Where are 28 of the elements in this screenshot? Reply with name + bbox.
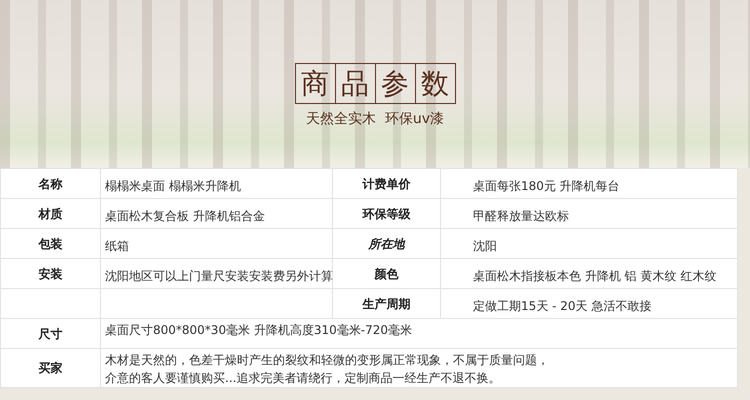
label-text: 安装 [38, 266, 62, 280]
value-text: 甲醛释放量达欧标 [473, 208, 569, 222]
subtitle: 天然全实木 环保uv漆 [306, 110, 444, 128]
value-text: 纸箱 [105, 238, 129, 252]
label-text: 生产周期 [362, 296, 410, 310]
title-character: 品 [336, 64, 376, 103]
title-character: 参 [376, 64, 416, 103]
value-text: 桌面松木复合板 升降机铝合金 [105, 208, 265, 222]
label-text: 包装 [38, 236, 62, 250]
label-text: 计费单价 [362, 176, 410, 190]
label-text: 颜色 [374, 266, 398, 280]
label-text: 所在地 [368, 236, 404, 250]
value-text: 榻榻米桌面 榻榻米升降机 [105, 178, 241, 192]
label-text: 材质 [38, 206, 62, 220]
value-text: 定做工期15天 - 20天 急活不敢接 [473, 298, 652, 312]
value-text: 沈阳地区可以上门量尺安装安装费另外计算 [105, 268, 333, 282]
label-text: 买家 [38, 361, 62, 375]
title-character: 商 [296, 64, 336, 103]
value-text: 桌面尺寸800*800*30毫米 升降机高度310毫米-720毫米 [105, 322, 414, 339]
value-text: 桌面松木指接板本色 升降机 铝 黄木纹 红木纹 [473, 268, 716, 282]
label-text: 尺寸 [38, 326, 62, 340]
title-character: 数 [420, 66, 450, 102]
value-text: 介意的客人要谨慎购买...追求完美者请绕行，定制商品一经生产不退不换。 [105, 370, 502, 387]
label-text: 名称 [38, 176, 62, 190]
label-text: 环保等级 [362, 206, 410, 220]
value-text: 桌面每张180元 升降机每台 [473, 178, 620, 192]
value-text: 沈阳 [473, 238, 497, 252]
value-text: 木材是天然的，色差干燥时产生的裂纹和轻微的变形属正常现象，不属于质量问题， [105, 352, 550, 369]
